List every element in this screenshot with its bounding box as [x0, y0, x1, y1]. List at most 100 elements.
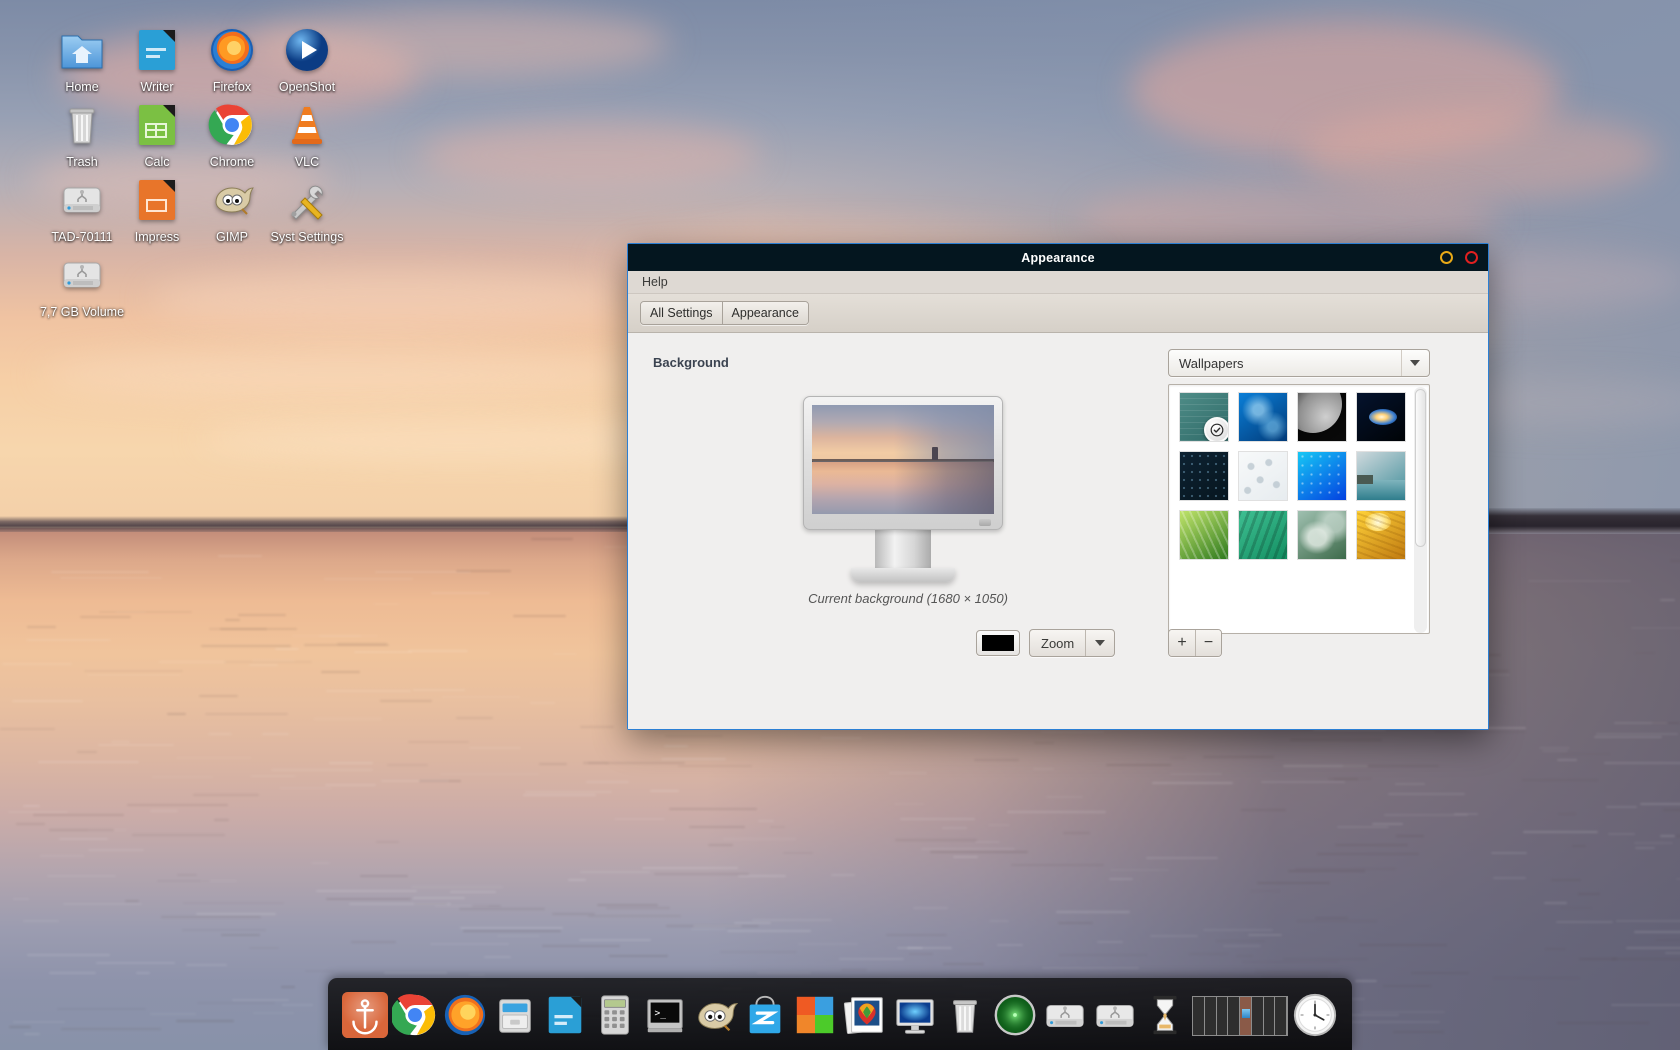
window-title: Appearance: [1021, 251, 1095, 265]
color-grid-dock-icon[interactable]: [792, 992, 838, 1038]
desktop-icon-label: VLC: [259, 155, 355, 169]
window-titlebar[interactable]: Appearance: [628, 244, 1488, 271]
workspace-5[interactable]: [1240, 997, 1252, 1035]
wallpaper-thumbnail-green-weave[interactable]: [1239, 511, 1287, 559]
monitor-preview: [788, 396, 1018, 582]
wallpaper-thumbnail-teal-abstract[interactable]: [1180, 393, 1228, 441]
system-settings-tools-icon: [283, 176, 331, 224]
desktop-icon-syst-settings[interactable]: Syst Settings: [259, 176, 355, 244]
workspace-3[interactable]: [1217, 997, 1229, 1035]
radar-dock-icon[interactable]: [992, 992, 1038, 1038]
workspace-1[interactable]: [1193, 997, 1205, 1035]
monitor-screen: [812, 405, 994, 514]
libreoffice-impress-icon: [133, 176, 181, 224]
scrollbar-thumb[interactable]: [1415, 389, 1426, 547]
appearance-window[interactable]: Appearance Help All Settings Appearance …: [627, 243, 1489, 730]
desktop-icon-label: OpenShot: [259, 80, 355, 94]
openshot-icon: [283, 26, 331, 74]
hard-drive-icon: [58, 251, 106, 299]
background-heading: Background: [653, 355, 729, 370]
chevron-down-icon[interactable]: [1085, 630, 1114, 656]
window-content: Background: [628, 333, 1488, 729]
wallpaper-thumbnail-dark-navy-dots[interactable]: [1180, 452, 1228, 500]
wallpaper-thumbnail-grid: [1180, 393, 1408, 559]
desktop-icon-openshot[interactable]: OpenShot: [259, 26, 355, 94]
wallpaper-thumbnail-sea-cliff[interactable]: [1357, 452, 1405, 500]
minimize-button[interactable]: [1440, 251, 1453, 264]
wallpaper-list[interactable]: [1168, 384, 1430, 634]
add-wallpaper-button[interactable]: +: [1169, 630, 1195, 656]
background-pane: Background: [628, 333, 1188, 729]
chevron-down-icon[interactable]: [1401, 350, 1427, 376]
workspace-switcher[interactable]: [1192, 996, 1288, 1036]
chrome-icon: [208, 101, 256, 149]
menu-item-help[interactable]: Help: [637, 273, 673, 291]
chrome-dock-icon[interactable]: [392, 992, 438, 1038]
wallpaper-thumbnail-golden-sunset[interactable]: [1357, 511, 1405, 559]
menu-bar[interactable]: Help: [628, 271, 1488, 294]
gimp-dock-icon[interactable]: [692, 992, 738, 1038]
wallpaper-add-remove-group: + −: [1168, 629, 1222, 657]
wallpaper-thumbnail-white-molecules[interactable]: [1239, 452, 1287, 500]
wallpaper-list-scrollbar[interactable]: [1414, 387, 1427, 633]
monitor-bezel: [803, 396, 1003, 530]
desktop-icon-7-7-gb-volume[interactable]: 7,7 GB Volume: [34, 251, 130, 319]
desktop-icon-vlc[interactable]: VLC: [259, 101, 355, 169]
background-controls: Zoom: [976, 629, 1115, 657]
remove-wallpaper-button[interactable]: −: [1195, 630, 1221, 656]
workspace-2[interactable]: [1205, 997, 1217, 1035]
color-swatch: [982, 635, 1014, 651]
drive-2-dock-icon[interactable]: [1092, 992, 1138, 1038]
selected-check-icon: [1204, 417, 1228, 441]
preview-sea-tint: [812, 462, 994, 514]
firefox-icon: [208, 26, 256, 74]
wallpaper-thumbnail-blue-ink-water[interactable]: [1239, 393, 1287, 441]
window-controls: [1440, 244, 1478, 271]
clock-dock-icon[interactable]: [1292, 992, 1338, 1038]
trash-dock-icon[interactable]: [942, 992, 988, 1038]
desktop[interactable]: HomeWriterFirefoxOpenShotTrashCalcChrome…: [0, 0, 1680, 1050]
workspace-8[interactable]: [1275, 997, 1287, 1035]
background-caption: Current background (1680 × 1050): [628, 591, 1188, 606]
close-button[interactable]: [1465, 251, 1478, 264]
all-settings-button[interactable]: All Settings: [641, 302, 722, 324]
wallpaper-thumbnail-marsh-aerial[interactable]: [1298, 511, 1346, 559]
hard-drive-icon: [58, 176, 106, 224]
monitor-power-led: [979, 519, 991, 526]
display-settings-dock-icon[interactable]: [892, 992, 938, 1038]
photo-viewer-dock-icon[interactable]: [842, 992, 888, 1038]
workspace-4[interactable]: [1228, 997, 1240, 1035]
toolbar-segmented-buttons[interactable]: All Settings Appearance: [640, 301, 809, 325]
desktop-icon-label: 7,7 GB Volume: [34, 305, 130, 319]
wallpaper-thumbnail-moon-crescent[interactable]: [1298, 393, 1346, 441]
libreoffice-writer-icon: [133, 26, 181, 74]
workspace-7[interactable]: [1264, 997, 1276, 1035]
wallpaper-thumbnail-cyan-blue-dots[interactable]: [1298, 452, 1346, 500]
home-folder-icon: [58, 26, 106, 74]
monitor-stand-base: [851, 568, 955, 582]
calculator-dock-icon[interactable]: [592, 992, 638, 1038]
wallpaper-source-value: Wallpapers: [1179, 356, 1244, 371]
trash-icon: [58, 101, 106, 149]
software-center-dock-icon[interactable]: [742, 992, 788, 1038]
file-manager-dock-icon[interactable]: [492, 992, 538, 1038]
background-style-select[interactable]: Zoom: [1029, 629, 1115, 657]
drive-1-dock-icon[interactable]: [1042, 992, 1088, 1038]
monitor-stand-neck: [875, 530, 931, 568]
wallpaper-thumbnail-green-grass[interactable]: [1180, 511, 1228, 559]
background-style-value: Zoom: [1030, 636, 1085, 651]
preview-lighthouse: [932, 447, 938, 460]
hourglass-dock-icon[interactable]: [1142, 992, 1188, 1038]
firefox-dock-icon[interactable]: [442, 992, 488, 1038]
appearance-button[interactable]: Appearance: [722, 302, 808, 324]
dock[interactable]: >_: [328, 978, 1352, 1050]
wallpaper-thumbnail-blue-galaxy[interactable]: [1357, 393, 1405, 441]
wallpaper-source-select[interactable]: Wallpapers: [1168, 349, 1430, 377]
background-color-button[interactable]: [976, 630, 1020, 656]
anchor-dock-icon[interactable]: [342, 992, 388, 1038]
workspace-6[interactable]: [1252, 997, 1264, 1035]
terminal-dock-icon[interactable]: >_: [642, 992, 688, 1038]
writer-dock-icon[interactable]: [542, 992, 588, 1038]
wallpaper-source-pane: Wallpapers: [1168, 349, 1436, 634]
libreoffice-calc-icon: [133, 101, 181, 149]
